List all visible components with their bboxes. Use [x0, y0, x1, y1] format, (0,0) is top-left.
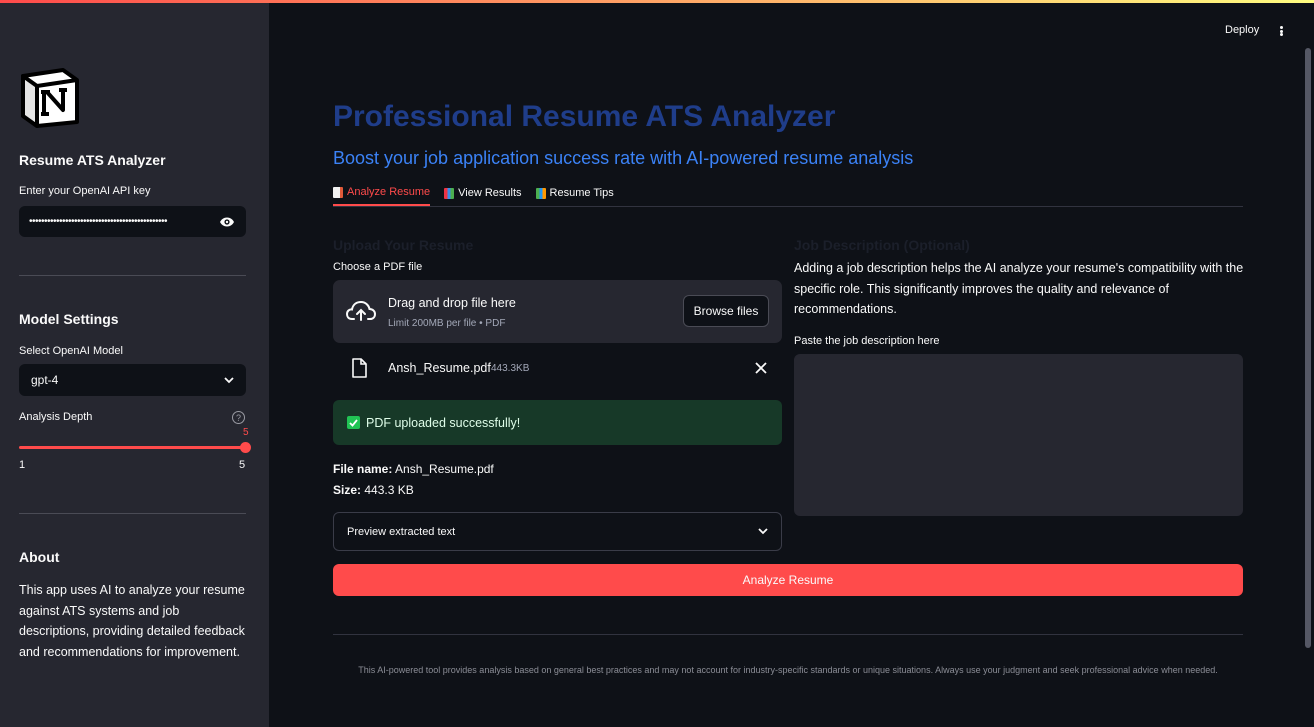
file-icon	[352, 358, 367, 378]
api-key-value: ••••••••••••••••••••••••••••••••••••••••…	[29, 216, 168, 227]
top-decoration-bar	[0, 0, 1314, 3]
notion-logo-icon	[21, 68, 79, 128]
job-description-heading: Job Description (Optional)	[794, 237, 970, 253]
model-select-label: Select OpenAI Model	[19, 345, 123, 357]
slider-min: 1	[19, 459, 26, 471]
upload-success-alert: PDF uploaded successfully!	[333, 400, 782, 445]
job-description-label: Paste the job description here	[794, 335, 940, 347]
tab-label: Resume Tips	[549, 187, 614, 199]
uploaded-file-row: Ansh_Resume.pdf 443.3KB	[333, 355, 782, 383]
sidebar-title: Resume ATS Analyzer	[19, 152, 166, 168]
job-description-textarea[interactable]	[794, 354, 1243, 516]
upload-heading: Upload Your Resume	[333, 237, 474, 253]
model-settings-heading: Model Settings	[19, 311, 119, 327]
about-heading: About	[19, 549, 60, 565]
more-menu-icon[interactable]	[1276, 24, 1286, 38]
preview-text-expander[interactable]: Preview extracted text	[333, 512, 782, 551]
uploaded-file-size: 443.3KB	[491, 363, 530, 374]
model-select-value: gpt-4	[31, 373, 59, 387]
chevron-down-icon	[224, 376, 234, 383]
sidebar-divider	[19, 513, 246, 514]
memo-icon	[333, 186, 343, 198]
help-icon[interactable]: ?	[232, 411, 245, 424]
analysis-depth-slider[interactable]	[19, 446, 246, 449]
close-icon[interactable]	[753, 360, 769, 376]
sidebar: Resume ATS Analyzer Enter your OpenAI AP…	[0, 0, 269, 727]
scrollbar[interactable]	[1305, 48, 1311, 648]
check-icon	[347, 416, 360, 429]
file-name-info-label: File name:	[333, 462, 393, 476]
dropzone-text: Drag and drop file here	[388, 296, 516, 310]
file-size-info-label: Size:	[333, 483, 362, 497]
chevron-down-icon	[758, 528, 768, 535]
api-key-label: Enter your OpenAI API key	[19, 185, 151, 197]
cloud-upload-icon	[346, 300, 376, 321]
model-select[interactable]: gpt-4	[19, 364, 246, 396]
tab-analyze-resume[interactable]: Analyze Resume	[333, 180, 431, 206]
tab-label: Analyze Resume	[347, 186, 431, 198]
slider-max: 5	[239, 459, 246, 471]
success-message: PDF uploaded successfully!	[366, 415, 521, 430]
job-description-help: Adding a job description helps the AI an…	[794, 261, 1244, 316]
tab-label: View Results	[458, 187, 522, 199]
file-upload-label: Choose a PDF file	[333, 261, 423, 273]
tab-resume-tips[interactable]: Resume Tips	[535, 180, 614, 206]
tab-bar: Analyze Resume View Results Resume Tips	[333, 180, 1243, 207]
dropzone-limit-text: Limit 200MB per file • PDF	[388, 318, 506, 329]
tab-view-results[interactable]: View Results	[444, 180, 522, 206]
slider-current-value: 5	[243, 427, 249, 438]
uploaded-file-name: Ansh_Resume.pdf	[388, 361, 491, 375]
api-key-input[interactable]: ••••••••••••••••••••••••••••••••••••••••…	[19, 206, 246, 237]
analysis-depth-label: Analysis Depth	[19, 411, 93, 423]
sidebar-divider	[19, 275, 246, 276]
disclaimer-footer: This AI-powered tool provides analysis b…	[358, 665, 1218, 675]
books-icon	[535, 187, 546, 199]
about-text: This app uses AI to analyze your resume …	[19, 583, 245, 659]
chart-icon	[444, 187, 455, 199]
page-subtitle: Boost your job application success rate …	[333, 148, 914, 168]
main-divider	[333, 634, 1243, 635]
slider-thumb[interactable]	[240, 442, 251, 453]
file-name-info-value: Ansh_Resume.pdf	[395, 462, 494, 476]
analyze-resume-button[interactable]: Analyze Resume	[333, 564, 1243, 596]
browse-files-button[interactable]: Browse files	[683, 295, 769, 327]
page-title: Professional Resume ATS Analyzer	[333, 100, 836, 133]
file-name-info: File name: Ansh_Resume.pdf	[333, 462, 494, 476]
expander-label: Preview extracted text	[347, 525, 456, 538]
file-size-info-value: 443.3 KB	[364, 483, 414, 497]
file-size-info: Size: 443.3 KB	[333, 483, 414, 497]
show-password-icon[interactable]	[218, 213, 236, 231]
deploy-button[interactable]: Deploy	[1225, 24, 1259, 36]
file-dropzone[interactable]: Drag and drop file here Limit 200MB per …	[333, 280, 782, 343]
